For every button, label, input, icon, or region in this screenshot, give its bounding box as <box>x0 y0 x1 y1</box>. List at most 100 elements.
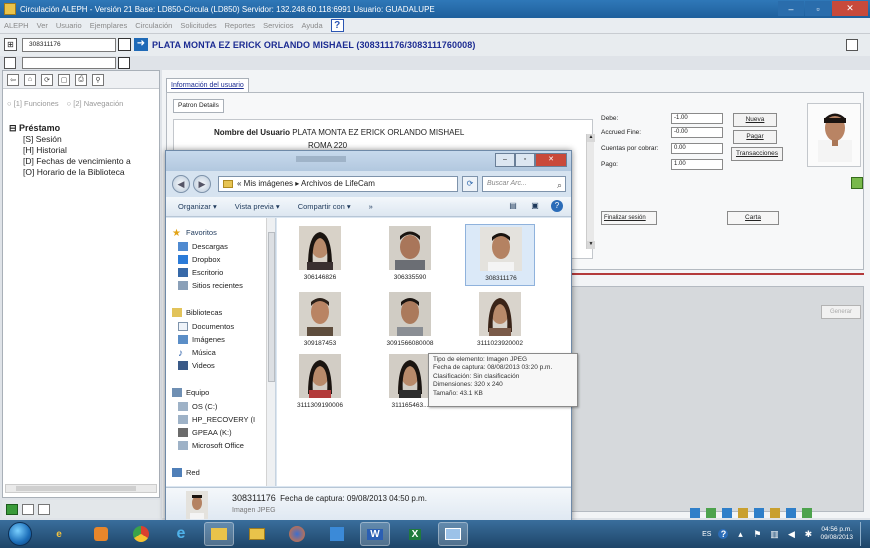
bluetooth-icon[interactable]: ✱ <box>803 529 813 539</box>
debe-field[interactable]: -1.00 <box>671 113 723 124</box>
toolbar-icon-3[interactable] <box>722 508 732 518</box>
address-bar[interactable]: « Mis imágenes ▸ Archivos de LifeCam <box>218 176 458 192</box>
pago-field[interactable]: 1.00 <box>671 159 723 170</box>
taskbar-excel-icon[interactable]: X <box>400 522 430 546</box>
nav-musica[interactable]: ♪ Música <box>178 346 216 359</box>
help-icon[interactable]: ? <box>551 200 563 212</box>
menu-ver[interactable]: Ver <box>37 21 48 30</box>
thumbnail-item-selected[interactable]: 308311176 <box>465 224 535 286</box>
item-barcode-input[interactable] <box>22 57 116 69</box>
pagar-button[interactable]: Pagar <box>733 130 777 144</box>
thumbnail-item[interactable]: 306335590 <box>375 224 445 286</box>
nav-documentos[interactable]: Documentos <box>178 320 234 332</box>
item-list-icon[interactable] <box>4 57 16 69</box>
toolbar-icon-2[interactable] <box>706 508 716 518</box>
taskbar-folder-icon[interactable] <box>242 522 272 546</box>
close-button[interactable]: ✕ <box>832 1 868 16</box>
tree-item-fechas[interactable]: [D] Fechas de vencimiento a <box>9 156 131 167</box>
finalizar-sesion-button[interactable]: Finalizar sesión <box>601 211 657 225</box>
nav-bibliotecas[interactable]: Bibliotecas <box>172 306 222 318</box>
show-desktop-button[interactable] <box>860 522 866 546</box>
item-go-icon[interactable] <box>118 57 130 69</box>
print-icon[interactable]: ⎙ <box>75 73 87 86</box>
tab-funciones[interactable]: ○ [1] Funciones <box>7 99 59 108</box>
nav-red[interactable]: Red <box>172 466 200 478</box>
chevron-up-icon[interactable]: ▴ <box>735 529 745 539</box>
menu-servicios[interactable]: Servicios <box>263 21 293 30</box>
left-horizontal-scrollbar[interactable] <box>5 484 157 493</box>
help-icon[interactable]: ? <box>330 19 344 32</box>
tree-root-prestamo[interactable]: ⊟ Préstamo <box>9 123 131 134</box>
menu-aleph[interactable]: ALEPH <box>4 21 29 30</box>
vista-previa-menu[interactable]: Vista previa ▾ <box>235 202 280 211</box>
patron-options-icon[interactable] <box>846 39 858 51</box>
toolbar-icon-6[interactable] <box>770 508 780 518</box>
maximize-button[interactable]: ▫ <box>805 1 831 16</box>
details-scrollbar[interactable]: ▲ ▼ <box>586 134 595 249</box>
nav-favoritos[interactable]: ★ Favoritos <box>172 226 217 239</box>
taskbar-explorer-icon[interactable] <box>204 522 234 546</box>
thumbnail-item[interactable]: 3111309190006 <box>285 352 355 414</box>
taskbar-ie-icon[interactable]: e <box>44 522 74 546</box>
search-input[interactable]: Buscar Arc... ⌕ <box>482 176 566 192</box>
menu-circulacion[interactable]: Circulación <box>135 21 172 30</box>
explorer-maximize-button[interactable]: ▫ <box>515 153 535 167</box>
nav-dropbox[interactable]: Dropbox <box>178 253 220 265</box>
back-nav-icon[interactable]: ⇦ <box>7 73 19 86</box>
nav-scrollbar[interactable] <box>266 218 275 486</box>
refresh-icon[interactable]: ⟳ <box>41 73 53 86</box>
explorer-close-button[interactable]: ✕ <box>535 153 567 167</box>
thumbnail-item[interactable]: 309187453 <box>285 290 355 352</box>
go-arrow-icon[interactable]: ➜ <box>134 38 148 51</box>
generar-button[interactable]: Generar <box>821 305 861 319</box>
menu-solicitudes[interactable]: Solicitudes <box>180 21 216 30</box>
tree-item-historial[interactable]: [H] Historial <box>9 145 131 156</box>
network-icon[interactable]: ▥ <box>769 529 779 539</box>
patron-id-input[interactable]: 308311176 <box>22 38 116 52</box>
cuentas-field[interactable]: 0.00 <box>671 143 723 154</box>
back-arrow-icon[interactable]: ◀ <box>172 175 190 193</box>
minimize-button[interactable]: – <box>778 1 804 16</box>
nav-imagenes[interactable]: Imágenes <box>178 333 225 345</box>
toolbar-icon-1[interactable] <box>690 508 700 518</box>
small-box-icon[interactable] <box>22 503 34 515</box>
taskbar-firefox-icon[interactable] <box>282 522 312 546</box>
forward-arrow-icon[interactable]: ▶ <box>193 175 211 193</box>
menu-ayuda[interactable]: Ayuda <box>302 21 323 30</box>
menu-usuario[interactable]: Usuario <box>56 21 82 30</box>
nav-gpeaa[interactable]: GPEAA (K:) <box>178 426 232 438</box>
taskbar-window-icon[interactable] <box>438 522 468 546</box>
toolbar-icon-4[interactable] <box>738 508 748 518</box>
home-icon[interactable]: ⌂ <box>24 73 36 86</box>
carta-button[interactable]: Carta <box>727 211 779 225</box>
nav-hp-recovery[interactable]: HP_RECOVERY (I <box>178 413 255 425</box>
nav-descargas[interactable]: Descargas <box>178 240 228 252</box>
binoculars-icon[interactable]: ⚲ <box>92 73 104 86</box>
nueva-button[interactable]: Nueva <box>733 113 777 127</box>
menu-ejemplares[interactable]: Ejemplares <box>90 21 128 30</box>
thumbnail-item[interactable]: 3091566080008 <box>375 290 445 352</box>
tab-informacion-usuario[interactable]: Información del usuario <box>166 78 249 93</box>
nav-os-c[interactable]: OS (C:) <box>178 400 217 412</box>
flag-icon[interactable]: ⚑ <box>752 529 762 539</box>
explorer-minimize-button[interactable]: – <box>495 153 515 167</box>
language-indicator[interactable]: ES <box>702 531 711 538</box>
tab-navegacion[interactable]: ○ [2] Navegación <box>67 99 124 108</box>
taskbar-aleph-icon[interactable] <box>322 522 352 546</box>
start-button[interactable] <box>8 522 32 546</box>
more-commands-button[interactable]: » <box>369 202 373 211</box>
patron-list-icon[interactable]: ⊞ <box>4 38 17 51</box>
nav-escritorio[interactable]: Escritorio <box>178 266 223 278</box>
thumbnail-item[interactable]: 3111023920002 <box>465 290 535 352</box>
compartir-menu[interactable]: Compartir con ▾ <box>298 202 351 211</box>
view-options-icon[interactable]: ▤ <box>507 200 519 212</box>
nav-videos[interactable]: Videos <box>178 359 215 371</box>
taskbar-chrome-icon[interactable] <box>126 522 156 546</box>
transacciones-button[interactable]: Transacciones <box>731 147 783 161</box>
tree-item-sesion[interactable]: [S] Sesión <box>9 134 131 145</box>
clock[interactable]: 04:56 p.m. 09/08/2013 <box>820 526 853 542</box>
taskbar-ie2-icon[interactable]: e <box>166 522 196 546</box>
window-icon[interactable]: ▢ <box>58 73 70 86</box>
green-diamond-icon[interactable] <box>6 503 18 515</box>
menu-reportes[interactable]: Reportes <box>225 21 255 30</box>
